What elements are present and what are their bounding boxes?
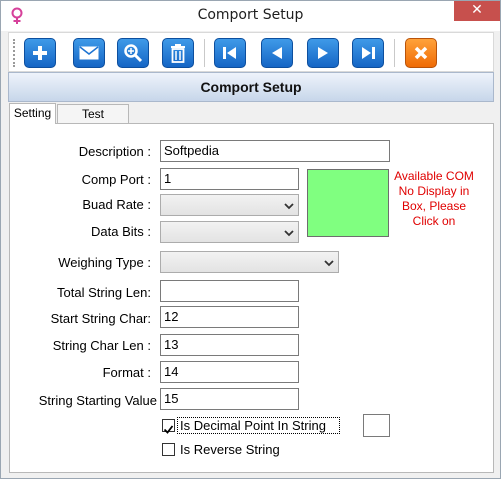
first-record-button[interactable] xyxy=(214,38,246,68)
comp-port-label: Comp Port : xyxy=(81,172,151,187)
weighing-type-label: Weighing Type : xyxy=(58,255,151,270)
email-button[interactable] xyxy=(73,38,105,68)
chevron-down-icon xyxy=(283,198,295,212)
checkmark-icon xyxy=(163,425,174,434)
reverse-string-label[interactable]: Is Reverse String xyxy=(180,442,280,457)
toolbar-separator xyxy=(394,39,395,67)
last-record-button[interactable] xyxy=(352,38,384,68)
format-field[interactable]: 14 xyxy=(160,361,299,383)
skip-last-icon xyxy=(359,45,377,61)
total-string-len-label: Total String Len: xyxy=(57,285,151,300)
x-icon xyxy=(413,45,429,61)
chevron-down-icon xyxy=(283,225,295,239)
baud-rate-select[interactable] xyxy=(160,194,299,216)
decimal-point-box[interactable] xyxy=(363,414,390,437)
string-char-len-label: String Char Len : xyxy=(52,338,151,353)
toolbar xyxy=(8,32,494,72)
baud-rate-label: Buad Rate : xyxy=(82,197,151,212)
section-header: Comport Setup xyxy=(8,72,494,102)
string-char-len-field[interactable]: 13 xyxy=(160,334,299,356)
arrow-left-icon xyxy=(269,45,285,61)
available-com-note: Available COM No Display in Box, Please … xyxy=(394,169,474,228)
data-bits-select[interactable] xyxy=(160,221,299,243)
title-bar: Comport Setup ✕ xyxy=(1,1,500,31)
weighing-type-select[interactable] xyxy=(160,251,339,273)
string-starting-value-label: String Starting Value xyxy=(38,393,157,408)
comport-setup-window: Comport Setup ✕ Comport Setup Setting Te… xyxy=(0,0,501,479)
previous-record-button[interactable] xyxy=(261,38,293,68)
start-string-char-label: Start String Char: xyxy=(50,311,151,326)
window-close-button[interactable]: ✕ xyxy=(454,1,500,21)
envelope-icon xyxy=(79,46,99,60)
add-button[interactable] xyxy=(24,38,56,68)
window-title: Comport Setup xyxy=(197,7,304,23)
com-port-indicator[interactable] xyxy=(307,169,389,237)
comp-port-field[interactable]: 1 xyxy=(160,168,299,190)
trash-icon xyxy=(170,43,186,63)
toolbar-separator xyxy=(204,39,205,67)
next-record-button[interactable] xyxy=(307,38,339,68)
chevron-down-icon xyxy=(323,255,335,269)
description-field[interactable]: Softpedia xyxy=(160,140,390,162)
delete-button[interactable] xyxy=(162,38,194,68)
cancel-button[interactable] xyxy=(405,38,437,68)
string-starting-value-field[interactable]: 15 xyxy=(160,388,299,410)
data-bits-label: Data Bits : xyxy=(91,224,151,239)
format-label: Format : xyxy=(102,365,151,380)
start-string-char-field[interactable]: 12 xyxy=(160,306,299,328)
plus-icon xyxy=(31,44,49,62)
search-button[interactable] xyxy=(117,38,149,68)
reverse-string-checkbox[interactable] xyxy=(162,443,175,456)
toolbar-grip[interactable] xyxy=(13,39,16,67)
decimal-point-checkbox[interactable] xyxy=(162,419,175,434)
total-string-len-field[interactable] xyxy=(160,280,299,302)
magnifier-icon xyxy=(123,43,143,63)
description-label: Description : xyxy=(78,144,151,159)
tab-setting[interactable]: Setting xyxy=(9,103,56,124)
skip-first-icon xyxy=(221,45,239,61)
decimal-point-label[interactable]: Is Decimal Point In String xyxy=(180,418,326,433)
arrow-right-icon xyxy=(315,45,331,61)
tab-test-comport[interactable]: Test Comport xyxy=(57,104,129,140)
